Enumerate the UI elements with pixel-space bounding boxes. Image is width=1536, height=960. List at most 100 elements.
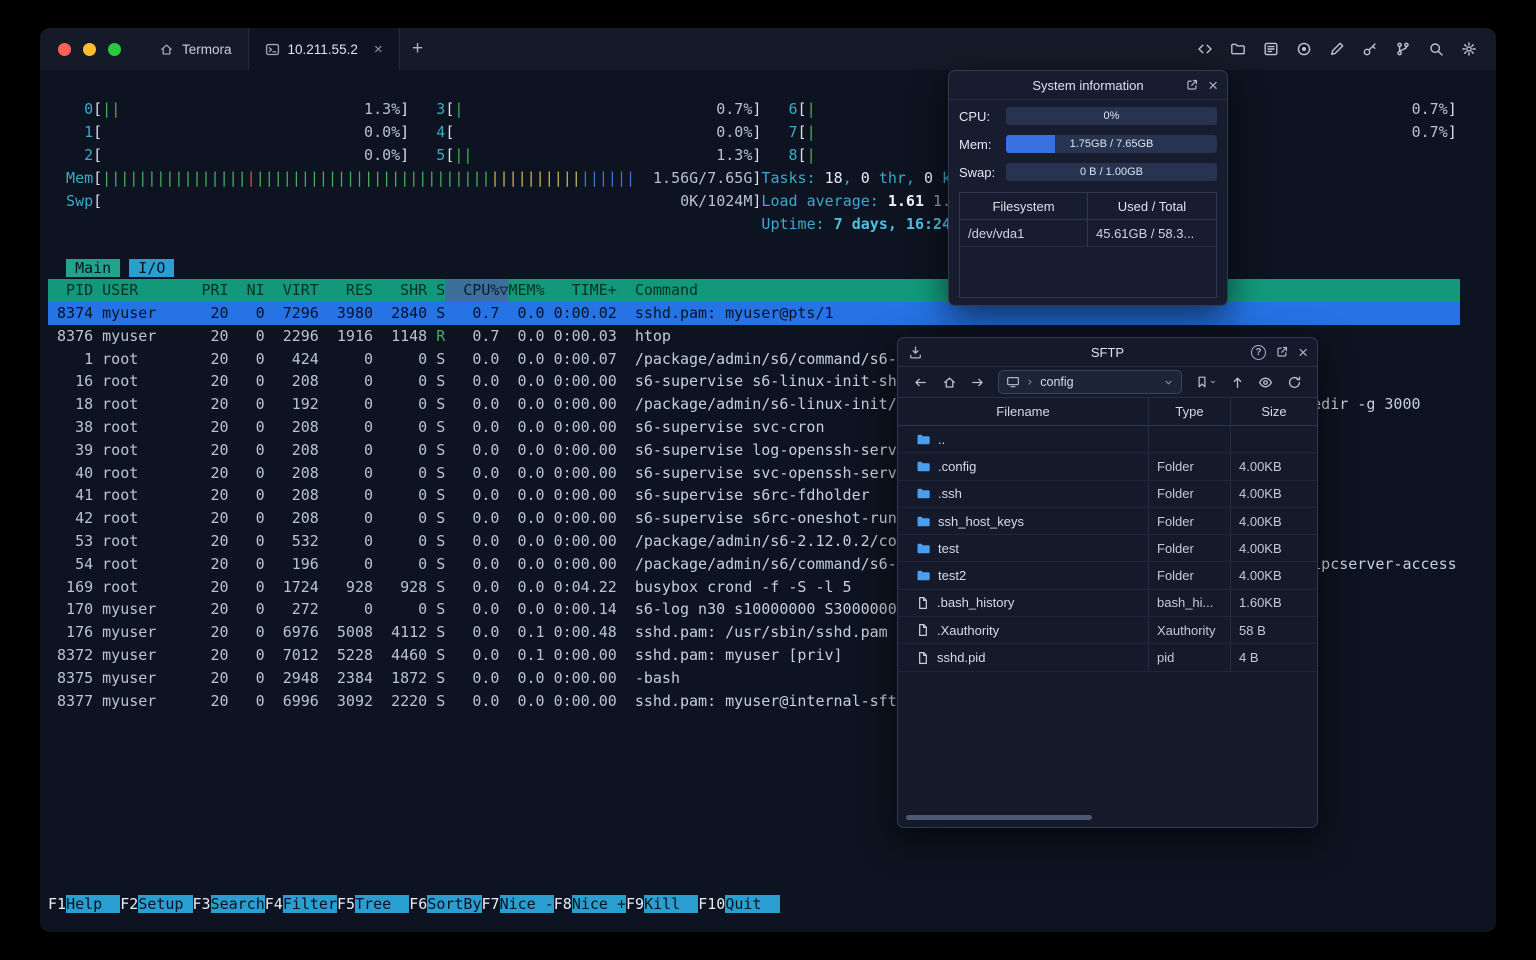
fkey-setup[interactable]: Setup [138, 895, 193, 913]
system-information-panel: System information × CPU: 0% Mem: 1.75GB / … [948, 70, 1228, 306]
cpu-label: CPU: [959, 108, 991, 124]
tab-label: Termora [182, 41, 232, 57]
column-type[interactable]: Type [1149, 398, 1231, 425]
folder-icon [908, 486, 931, 501]
back-button[interactable] [908, 370, 933, 394]
mem-progress-bar: 1.75GB / 7.65GB [1006, 135, 1217, 153]
fkey-filter[interactable]: Filter [282, 895, 337, 913]
filesystem-table: Filesystem Used / Total /dev/vda1 45.61GB… [959, 192, 1217, 298]
sftp-table-header: Filename Type Size [898, 398, 1317, 426]
close-window-button[interactable] [58, 42, 71, 56]
chevron-down-icon[interactable] [1163, 377, 1174, 388]
chevron-down-icon [1209, 378, 1217, 386]
home-button[interactable] [936, 370, 961, 394]
popout-icon[interactable] [1185, 78, 1199, 92]
cpu-meter-0: 0[|| 1.3%] [48, 100, 410, 118]
function-key-bar: F1Help F2Setup F3SearchF4FilterF5Tree F6… [48, 895, 780, 913]
file-icon [908, 623, 930, 637]
sftp-file-row[interactable]: test2 Folder 4.00KB [898, 562, 1317, 590]
folder-icon[interactable] [1225, 36, 1251, 62]
sftp-file-row[interactable]: .bash_history bash_hi... 1.60KB [898, 589, 1317, 618]
cpu-meter-4: 4[0.0%] [400, 123, 762, 141]
tab-termora-home[interactable]: Termora [143, 28, 248, 70]
sftp-file-row[interactable]: .. [898, 426, 1317, 454]
close-tab-icon[interactable]: × [374, 42, 383, 57]
zoom-window-button[interactable] [108, 42, 121, 56]
column-filename[interactable]: Filename [898, 398, 1149, 425]
close-icon[interactable]: × [1298, 344, 1308, 361]
panel-titlebar: System information × [949, 71, 1227, 100]
record-icon[interactable] [1291, 36, 1317, 62]
log-icon[interactable] [1258, 36, 1284, 62]
sftp-file-row[interactable]: .config Folder 4.00KB [898, 453, 1317, 481]
sftp-file-row[interactable]: test Folder 4.00KB [898, 535, 1317, 563]
cpu-meter-5: 5[|| 1.3%] [400, 146, 762, 164]
popout-icon[interactable] [1275, 345, 1289, 359]
close-icon[interactable]: × [1208, 77, 1218, 94]
filesystem-table-header: Filesystem Used / Total [960, 193, 1216, 220]
path-breadcrumb[interactable]: config [998, 370, 1183, 394]
mem-usage-row: Mem: 1.75GB / 7.65GB [959, 135, 1217, 153]
sftp-file-row[interactable]: .ssh Folder 4.00KB [898, 480, 1317, 508]
fkey-help[interactable]: Help [66, 895, 121, 913]
edit-icon[interactable] [1324, 36, 1350, 62]
minimize-window-button[interactable] [83, 42, 96, 56]
fkey-sortby[interactable]: SortBy [427, 895, 482, 913]
folder-icon [908, 568, 931, 583]
process-row-8374[interactable]: 8374 myuser 20 0 7296 3980 2840 S 0.7 0.0 0:00.02 s… [48, 302, 1460, 325]
fkey-tree[interactable]: Tree [355, 895, 410, 913]
forward-button[interactable] [965, 370, 990, 394]
fkey-nice-[interactable]: Nice - [499, 895, 554, 913]
titlebar: Termora 10.211.55.2 × + [40, 28, 1496, 70]
download-icon[interactable] [908, 345, 923, 360]
sftp-file-row[interactable]: ssh_host_keys Folder 4.00KB [898, 507, 1317, 536]
filesystem-row[interactable]: /dev/vda1 45.61GB / 58.3... [960, 220, 1216, 247]
mem-label: Mem: [959, 136, 992, 152]
column-size[interactable]: Size [1231, 398, 1317, 425]
tab-label: 10.211.55.2 [287, 41, 358, 57]
new-tab-button[interactable]: + [400, 28, 436, 70]
computer-icon [1006, 375, 1020, 389]
column-used-total: Used / Total [1117, 198, 1187, 214]
show-hidden-files-button[interactable] [1253, 370, 1278, 394]
swap-label: Swap: [959, 164, 996, 180]
branch-icon[interactable] [1390, 36, 1416, 62]
mem-value: 1.75GB / 7.65GB [1069, 138, 1154, 150]
uptime: Uptime: 7 days, 16:24:12 [761, 215, 979, 233]
fkey-nice-[interactable]: Nice + [571, 895, 626, 913]
process-table-header[interactable]: PID USER PRI NI VIRT RES SHR S CPU%▽MEM% TIME+ Com… [48, 279, 1460, 302]
key-icon[interactable] [1357, 36, 1383, 62]
terminal-icon [265, 42, 280, 57]
refresh-button[interactable] [1282, 370, 1307, 394]
folder-icon [908, 432, 931, 447]
htop-tab-main[interactable]: Main [66, 259, 121, 277]
fkey-quit[interactable]: Quit [725, 895, 780, 913]
cpu-meter-2: 2[0.0%] [48, 146, 410, 164]
htop-tab-io[interactable]: I/O [129, 259, 175, 277]
panel-title: System information [1032, 77, 1144, 93]
panel-title: SFTP [1090, 344, 1125, 360]
parent-directory-button[interactable] [1225, 370, 1250, 394]
termora-window: Termora 10.211.55.2 × + 0[|| 1.3%] 3[| 0.7… [40, 28, 1496, 932]
cpu-progress-bar: 0% [1006, 107, 1217, 125]
sftp-file-row[interactable]: sshd.pid pid 4 B [898, 644, 1317, 672]
bookmarks-button[interactable] [1190, 370, 1221, 394]
swap-usage-row: Swap: 0 B / 1.00GB [959, 163, 1217, 181]
sftp-file-row[interactable]: .Xauthority Xauthority 58 B [898, 617, 1317, 645]
fkey-search[interactable]: Search [210, 895, 265, 913]
tab-session-10-211-55-2[interactable]: 10.211.55.2 × [247, 28, 400, 70]
settings-icon[interactable] [1456, 36, 1482, 62]
chevron-right-icon [1025, 377, 1035, 387]
folder-icon [908, 459, 931, 474]
sftp-panel: SFTP ? × config Filename Type Size .. .c… [897, 337, 1318, 828]
code-icon[interactable] [1192, 36, 1218, 62]
toolbar-icons [1192, 36, 1496, 62]
help-icon[interactable]: ? [1251, 344, 1267, 360]
fkey-kill[interactable]: Kill [644, 895, 699, 913]
swap-progress-bar: 0 B / 1.00GB [1006, 163, 1217, 181]
path-segment-config[interactable]: config [1040, 375, 1073, 389]
search-icon[interactable] [1423, 36, 1449, 62]
file-icon [908, 651, 930, 665]
horizontal-scrollbar[interactable] [906, 815, 1092, 820]
cpu-value: 0% [1103, 110, 1120, 122]
